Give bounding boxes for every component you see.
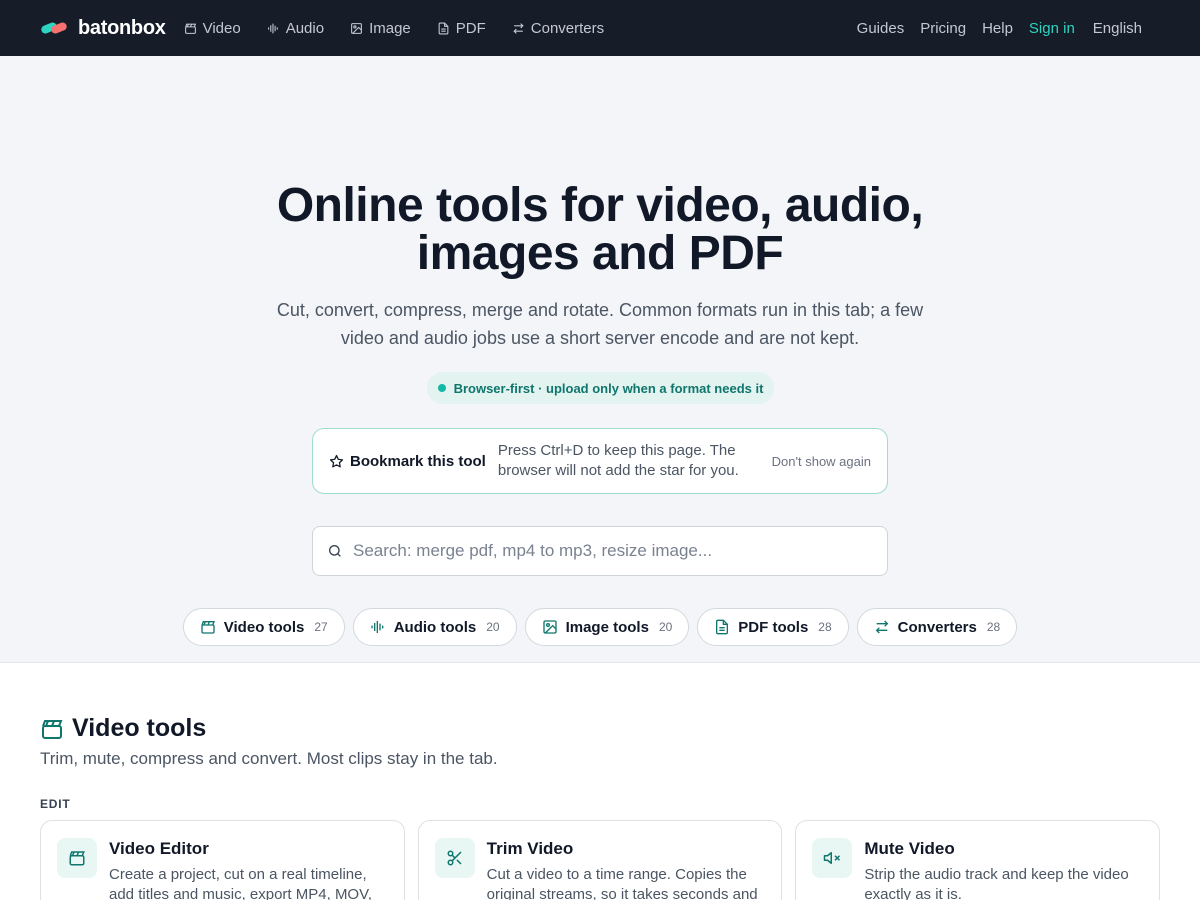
chip-video-tools[interactable]: Video tools 27 [182,608,345,646]
section-heading: Video tools [40,714,206,743]
chip-count: 27 [314,620,328,634]
scissors-icon [447,850,462,866]
chip-count: 28 [818,620,832,634]
nav-link-label: Converters [530,19,605,37]
chip-pdf-tools[interactable]: PDF tools 28 [697,608,849,646]
card-title: Trim Video [486,839,574,858]
card-icon-wrap [434,838,475,878]
clapperboard-icon [69,851,85,866]
card-title: Mute Video [864,839,955,858]
hero-title-line1: Online tools for video, audio, [276,179,924,232]
nav-link-image[interactable]: Image [350,20,411,37]
sign-in-link[interactable]: Sign in [1029,20,1075,37]
batonbox-logo-icon [40,20,68,36]
hero-subtitle: Cut, convert, compress, merge and rotate… [250,296,950,352]
chip-label: Video tools [223,618,305,636]
hero-subtitle-line1: Cut, convert, compress, merge and rotate… [276,300,924,320]
nav-link-audio[interactable]: Audio [267,20,324,37]
hero-title: Online tools for video, audio, images an… [0,182,1200,278]
nav-link-pdf[interactable]: PDF [437,20,486,37]
tool-card-mute-video[interactable]: Mute Video Strip the audio track and kee… [795,820,1161,900]
section-description: Trim, mute, compress and convert. Most c… [40,749,498,768]
dont-show-again-button[interactable]: Don't show again [772,454,871,469]
file-icon [438,22,449,34]
chip-label: PDF tools [738,618,809,636]
bookmark-text: Press Ctrl+D to keep this page. The brow… [497,442,739,479]
brand-logo-link[interactable]: batonbox [40,17,166,40]
bookmark-banner: Bookmark this tool Press Ctrl+D to keep … [312,428,888,494]
card-body: Trim Video Cut a video to a time range. … [487,838,766,900]
nav-link-video[interactable]: Video [184,20,241,37]
search-input[interactable] [353,541,853,561]
section-title: Video tools [72,714,207,742]
card-description: Create a project, cut on a real timeline… [109,866,372,900]
chip-label: Audio tools [393,618,477,636]
nav-link-label: Video [202,19,241,37]
card-title: Video Editor [109,839,209,858]
card-description: Cut a video to a time range. Copies the … [486,866,758,900]
clapperboard-icon [184,23,196,34]
nav-link-label: Image [369,19,411,37]
hero-subtitle-line2: video and audio jobs use a short server … [340,328,860,348]
waveform-icon [371,621,384,633]
nav-pricing-link[interactable]: Pricing [920,20,966,37]
status-dot-icon [437,384,446,392]
tool-card-trim-video[interactable]: Trim Video Cut a video to a time range. … [417,820,783,900]
nav-link-label: PDF [455,19,486,37]
badge-text: Browser-first · upload only when a forma… [453,380,764,396]
nav-guides-link[interactable]: Guides [857,20,905,37]
bookmark-title: Bookmark this tool [329,453,486,470]
card-icon-wrap [57,838,97,878]
brand-name: batonbox [78,16,166,39]
hero: Online tools for video, audio, images an… [0,56,1200,663]
chip-audio-tools[interactable]: Audio tools 20 [352,608,517,646]
speaker-mute-icon [824,852,841,864]
nav-links: Video Audio Image PDF Converters [184,20,604,37]
search-box[interactable] [312,526,888,576]
browser-first-badge: Browser-first · upload only when a forma… [427,372,774,404]
category-chips: Video tools 27 Audio tools 20 Image tool… [0,608,1200,646]
hero-title-line2: images and PDF [416,227,784,280]
file-icon [716,619,729,635]
top-nav: batonbox Video Audio Image PDF Converter… [0,0,1200,56]
clapperboard-icon [42,719,63,739]
image-icon [542,620,557,634]
chip-label: Converters [897,618,977,636]
nav-link-label: Audio [285,19,325,37]
chip-count: 20 [486,620,500,634]
card-description: Strip the audio track and keep the video… [864,866,1129,900]
card-body: Mute Video Strip the audio track and kee… [864,838,1143,900]
group-label: EDIT [40,797,71,811]
swap-icon [513,22,524,34]
chip-converters[interactable]: Converters 28 [856,608,1018,646]
chip-image-tools[interactable]: Image tools 20 [524,608,690,646]
nav-help-link[interactable]: Help [982,20,1013,37]
image-icon [351,22,362,34]
card-icon-wrap [812,838,853,878]
chip-count: 28 [986,620,1001,634]
star-icon [329,454,344,467]
chip-count: 20 [658,620,673,634]
clapperboard-icon [201,621,215,634]
card-body: Video Editor Create a project, cut on a … [109,838,388,900]
waveform-icon [267,23,278,33]
tool-cards: Video Editor Create a project, cut on a … [40,820,1161,900]
swap-icon [875,620,888,634]
nav-link-converters[interactable]: Converters [512,20,604,37]
bookmark-title-text: Bookmark this tool [350,452,486,470]
chip-label: Image tools [565,618,649,636]
tool-card-video-editor[interactable]: Video Editor Create a project, cut on a … [40,820,405,900]
search-icon [329,545,341,557]
nav-right: Guides Pricing Help Sign in English [857,20,1160,37]
language-selector[interactable]: English [1093,20,1142,37]
